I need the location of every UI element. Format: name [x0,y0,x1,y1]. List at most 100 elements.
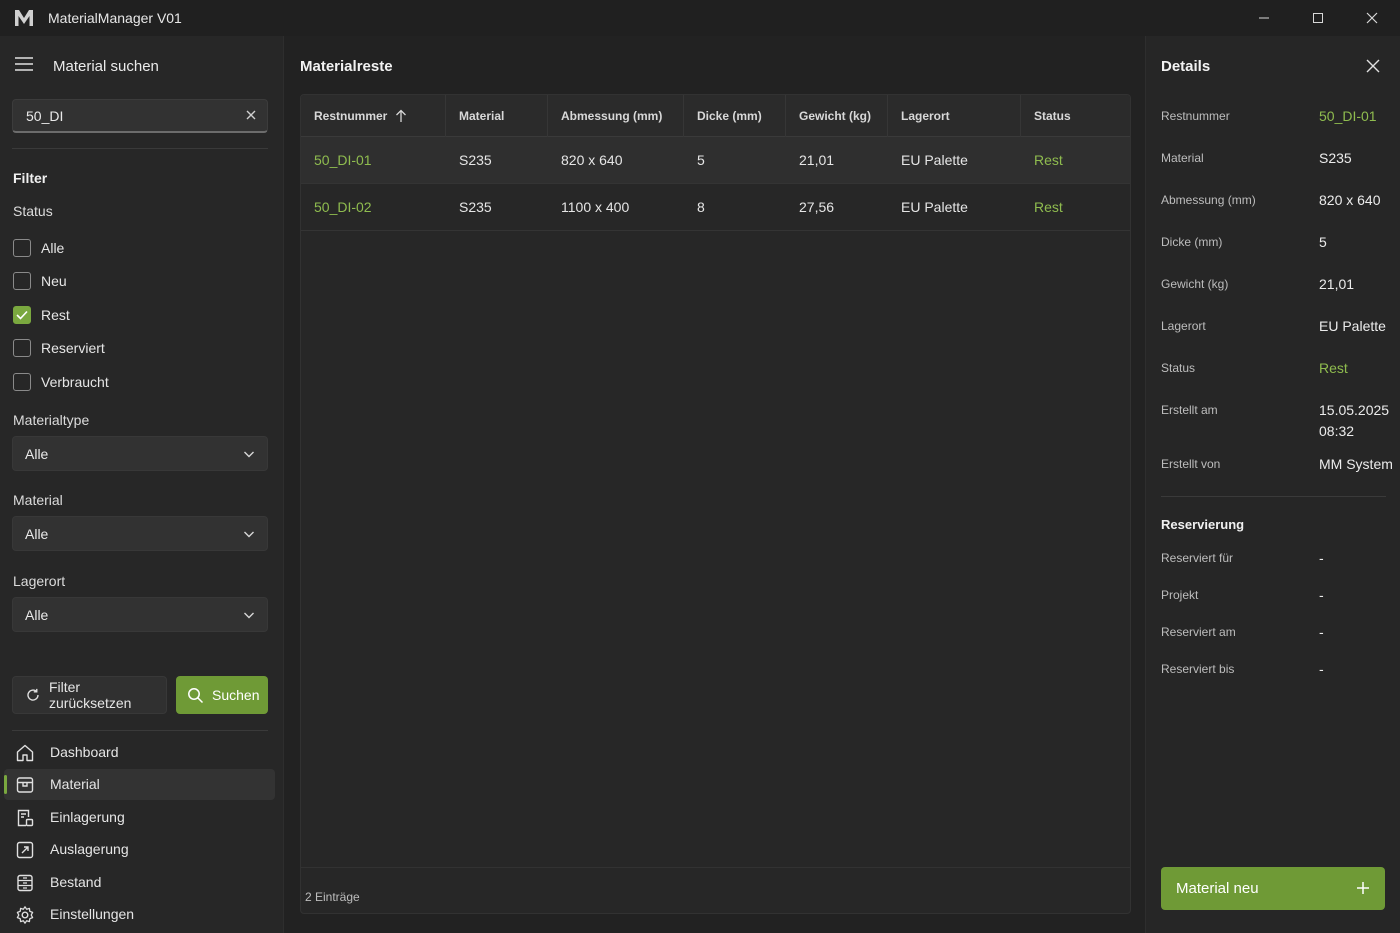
materialtype-select[interactable]: Alle [12,436,268,471]
clear-search-icon[interactable] [245,109,257,121]
column-header-label: Material [459,109,505,123]
maximize-button[interactable] [1291,0,1345,36]
hamburger-menu-icon[interactable] [14,56,34,72]
nav-item-auslagerung[interactable]: Auslagerung [4,834,275,865]
column-header-label: Lagerort [901,109,950,123]
select-value: Alle [25,446,49,462]
status-checkbox-alle[interactable]: Alle [13,237,64,259]
entry-count: 2 Einträge [305,890,360,904]
cell-restnummer: 50_DI-02 [314,199,372,215]
lagerort-select[interactable]: Alle [12,597,268,632]
material-select[interactable]: Alle [12,516,268,551]
column-header-lagerort[interactable]: Lagerort [888,95,1021,137]
box-icon [16,777,34,793]
detail-value-gewicht: 21,01 [1319,276,1355,292]
reservation-key-reserviert-fuer: Reserviert für [1161,551,1234,565]
checkbox-box[interactable] [13,373,31,391]
search-field[interactable] [12,99,268,133]
details-title: Details [1161,58,1211,75]
details-panel: Details Restnummer 50_DI-01 Material S23… [1145,36,1400,933]
table-footer: 2 Einträge [301,867,1130,913]
minimize-button[interactable] [1237,0,1291,36]
window-close-button[interactable] [1345,0,1399,36]
column-header-gewicht[interactable]: Gewicht (kg) [786,95,888,137]
nav-item-einstellungen[interactable]: Einstellungen [4,899,275,930]
checkbox-box[interactable] [13,339,31,357]
table-header: Restnummer Material Abmessung (mm) Dicke… [301,95,1130,137]
status-checkbox-reserviert[interactable]: Reserviert [13,337,105,359]
status-checkbox-rest[interactable]: Rest [13,304,70,326]
nav-item-bestand[interactable]: Bestand [4,867,275,898]
column-header-status[interactable]: Status [1021,95,1130,137]
reservation-key-reserviert-am: Reserviert am [1161,625,1236,639]
search-input[interactable] [13,100,233,132]
checkbox-box[interactable] [13,239,31,257]
detail-key-abmessung: Abmessung (mm) [1161,193,1256,207]
store-out-icon [16,841,34,859]
cell-status: Rest [1034,199,1063,215]
column-header-label: Dicke (mm) [697,109,762,123]
detail-value-abmessung: 820 x 640 [1319,192,1381,208]
cell-lagerort: EU Palette [901,152,968,168]
new-material-label: Material neu [1176,880,1259,897]
cell-dicke: 5 [697,152,705,168]
reservation-key-projekt: Projekt [1161,588,1199,602]
search-icon [188,687,204,703]
checkbox-label: Verbraucht [41,374,109,390]
nav-label: Auslagerung [50,841,129,857]
nav-item-dashboard[interactable]: Dashboard [4,737,275,768]
cell-abmessung: 1100 x 400 [561,199,630,215]
store-in-icon [17,809,34,827]
checkbox-box[interactable] [13,272,31,290]
detail-value-restnummer: 50_DI-01 [1319,108,1377,124]
reservation-value-reserviert-am: - [1319,624,1324,640]
reservation-heading: Reservierung [1161,517,1245,532]
detail-key-dicke: Dicke (mm) [1161,235,1223,249]
column-header-restnummer[interactable]: Restnummer [301,95,446,137]
filter-heading: Filter [13,170,48,186]
close-icon[interactable] [1366,59,1380,73]
detail-value-status: Rest [1319,360,1348,376]
column-header-dicke[interactable]: Dicke (mm) [684,95,786,137]
checkbox-box-checked[interactable] [13,306,31,324]
reservation-key-reserviert-bis: Reserviert bis [1161,662,1235,676]
status-checkbox-neu[interactable]: Neu [13,270,67,292]
reset-filter-button[interactable]: Filter zurücksetzen [12,676,167,714]
cell-abmessung: 820 x 640 [561,152,623,168]
close-icon [1366,12,1378,24]
nav-item-einlagerung[interactable]: Einlagerung [4,802,275,833]
title-bar: MaterialManager V01 [0,0,1400,36]
detail-key-erstellt-am: Erstellt am [1161,403,1218,417]
detail-key-gewicht: Gewicht (kg) [1161,277,1229,291]
table-row[interactable]: 50_DI-01 S235 820 x 640 5 21,01 EU Palet… [301,137,1130,184]
details-divider [1161,496,1386,497]
reset-filter-label: Filter zurücksetzen [48,679,132,711]
reservation-value-reserviert-bis: - [1319,661,1324,677]
new-material-button[interactable]: Material neu [1161,867,1385,910]
home-icon [16,744,34,762]
materialtype-label: Materialtype [13,412,90,428]
inventory-icon [17,874,33,892]
status-label: Status [13,203,53,219]
detail-value-erstellt-von: MM System [1319,456,1393,472]
select-value: Alle [25,607,49,623]
search-button[interactable]: Suchen [176,676,268,714]
maximize-icon [1313,13,1323,23]
nav-label: Dashboard [50,744,119,760]
column-header-label: Restnummer [314,109,388,123]
nav-label: Bestand [50,874,102,890]
column-header-material[interactable]: Material [446,95,548,137]
detail-key-status: Status [1161,361,1196,375]
status-checkbox-verbraucht[interactable]: Verbraucht [13,371,109,393]
checkbox-label: Alle [41,240,65,256]
table-row[interactable]: 50_DI-02 S235 1100 x 400 8 27,56 EU Pale… [301,184,1130,231]
sidebar-divider [12,148,268,149]
column-header-abmessung[interactable]: Abmessung (mm) [548,95,684,137]
active-indicator [4,775,7,794]
detail-key-material: Material [1161,151,1204,165]
column-header-label: Abmessung (mm) [561,109,663,123]
cell-material: S235 [459,199,492,215]
detail-key-lagerort: Lagerort [1161,319,1206,333]
nav-item-material[interactable]: Material [4,769,275,800]
sidebar-divider [12,730,268,731]
